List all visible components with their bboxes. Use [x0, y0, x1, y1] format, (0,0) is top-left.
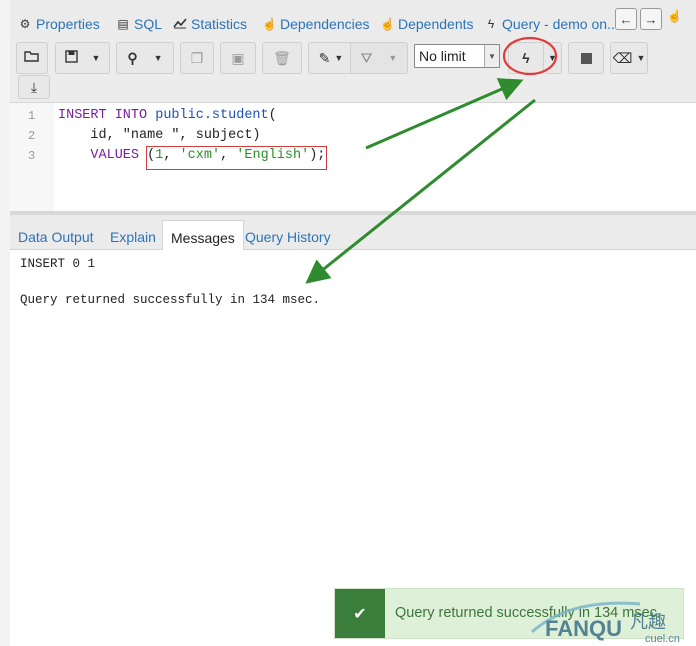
execute-button[interactable]: ϟ: [508, 42, 544, 74]
tab-dependents[interactable]: ☝ Dependents: [380, 14, 474, 34]
tab-messages[interactable]: Messages: [162, 220, 244, 250]
chevron-down-icon: ▼: [388, 53, 398, 63]
eraser-icon: ⌫: [612, 49, 633, 66]
copy-icon: ❐: [190, 49, 204, 66]
download-button[interactable]: ⤓: [18, 75, 50, 99]
chevron-down-icon: ▼: [91, 53, 101, 63]
tab-overflow[interactable]: ☝: [667, 6, 685, 26]
file-code-icon: ▤: [117, 17, 129, 31]
paste-row-button[interactable]: ▣: [220, 42, 256, 74]
sql-text: id, "name ", subject): [58, 128, 261, 143]
tab-query-label: Query - demo on...: [502, 16, 619, 32]
delete-button[interactable]: 🗑: [262, 42, 302, 74]
copy-button[interactable]: ❐: [180, 42, 214, 74]
bolt-icon: ϟ: [487, 17, 495, 31]
line-number: 2: [28, 129, 36, 143]
stop-icon: [580, 52, 592, 64]
chart-line-icon: [173, 17, 187, 32]
open-file-button[interactable]: [16, 42, 48, 74]
tab-query[interactable]: ϟ Query - demo on...: [484, 14, 619, 34]
line-number: 3: [28, 149, 36, 163]
edit-button[interactable]: ✎ ▼: [308, 42, 354, 74]
top-tab-bar: ⚙ Properties ▤ SQL Statistics ☝ Dependen…: [10, 0, 696, 39]
tab-explain-label: Explain: [110, 229, 156, 245]
download-icon: ⤓: [30, 78, 38, 95]
tab-statistics[interactable]: Statistics: [173, 14, 247, 34]
tab-dependents-label: Dependents: [398, 16, 474, 32]
bolt-icon: ϟ: [522, 50, 530, 66]
find-button[interactable]: ⚲ ▼: [116, 42, 174, 74]
clear-button[interactable]: ⌫ ▼: [610, 42, 648, 74]
arrow-left-icon: ←: [619, 11, 633, 27]
hand-pointer-icon: ☝: [667, 9, 682, 23]
folder-open-icon: [24, 50, 40, 66]
tab-dependencies-label: Dependencies: [280, 16, 370, 32]
tab-messages-label: Messages: [171, 230, 235, 246]
check-icon: ✔: [335, 589, 385, 638]
tab-query-history[interactable]: Query History: [245, 215, 331, 249]
tab-explain[interactable]: Explain: [110, 215, 156, 249]
search-icon: ⚲: [127, 49, 138, 66]
tab-data-output-label: Data Output: [18, 229, 94, 245]
chevron-down-icon: ▼: [484, 45, 499, 67]
save-icon: [64, 50, 78, 66]
code-line-1: INSERT INTO public.student(: [58, 108, 277, 123]
gears-icon: ⚙: [19, 17, 31, 31]
tab-data-output[interactable]: Data Output: [18, 215, 94, 249]
code-line-2: id, "name ", subject): [58, 128, 261, 143]
chevron-down-icon: ▼: [636, 53, 646, 63]
trash-icon: 🗑: [273, 49, 291, 66]
paste-icon: ▣: [231, 49, 245, 66]
line-number: 1: [28, 109, 36, 123]
arrow-right-icon: →: [644, 11, 658, 27]
stop-button[interactable]: [568, 42, 604, 74]
message-line: Query returned successfully in 134 msec.: [20, 293, 321, 307]
tab-query-history-label: Query History: [245, 229, 331, 245]
tab-properties-label: Properties: [36, 16, 100, 32]
success-toast[interactable]: ✔ Query returned successfully in 134 mse…: [334, 588, 684, 639]
save-button[interactable]: ▼: [55, 42, 110, 74]
execute-options-button[interactable]: ▼: [544, 42, 562, 74]
row-limit-select[interactable]: No limit ▼: [414, 44, 500, 68]
chevron-down-icon: ▼: [334, 53, 344, 63]
message-line: INSERT 0 1: [20, 257, 96, 271]
back-button[interactable]: ←: [615, 8, 637, 30]
row-limit-value: No limit: [419, 48, 466, 64]
sql-keyword: VALUES: [58, 148, 148, 163]
sql-keyword: INSERT INTO: [58, 108, 156, 123]
sql-punct: (: [268, 108, 277, 123]
toast-message: Query returned successfully in 134 msec.: [395, 605, 661, 621]
messages-panel: INSERT 0 1 Query returned successfully i…: [10, 250, 696, 646]
sql-editor[interactable]: 1 2 3 INSERT INTO public.student( id, "n…: [10, 103, 696, 211]
tab-sql[interactable]: ▤ SQL: [116, 14, 162, 34]
filter-button[interactable]: ⛛ ▼: [350, 42, 408, 74]
result-tab-bar: Data Output Explain Messages Query Histo…: [10, 215, 696, 250]
values-highlight-box: [146, 146, 327, 170]
query-toolbar: ▼ ⚲ ▼ ❐ ▣ 🗑 ✎ ▼ ⛛ ▼ No limit ▼ ϟ ▼ ⌫ ▼ ⤓: [10, 38, 696, 103]
forward-button[interactable]: →: [640, 8, 662, 30]
filter-icon: ⛛: [360, 49, 373, 66]
tab-statistics-label: Statistics: [191, 16, 248, 32]
tab-dependencies[interactable]: ☝ Dependencies: [262, 14, 370, 34]
chevron-down-icon: ▼: [153, 53, 163, 63]
hand-pointer-icon: ☝: [380, 17, 395, 31]
pencil-square-icon: ✎: [318, 49, 331, 66]
editor-gutter: 1 2 3: [10, 103, 54, 211]
sql-identifier: public.student: [155, 108, 269, 123]
tab-sql-label: SQL: [134, 16, 163, 32]
chevron-down-icon: ▼: [548, 53, 557, 63]
hand-pointer-icon: ☝: [262, 17, 277, 31]
tab-properties[interactable]: ⚙ Properties: [18, 14, 100, 34]
